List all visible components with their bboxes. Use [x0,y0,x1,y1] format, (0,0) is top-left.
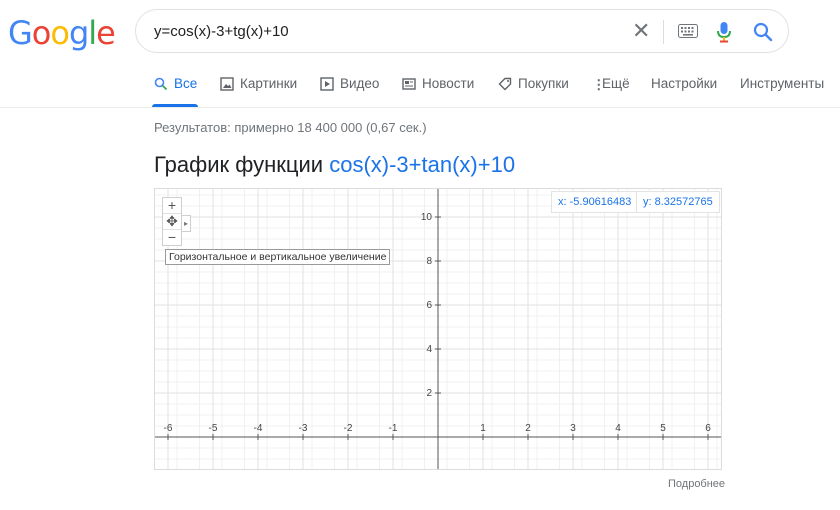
tag-icon [498,77,512,90]
zoom-tooltip: Горизонтальное и вертикальное увеличение [165,249,391,265]
active-tab-indicator [152,104,198,107]
search-icon [154,77,168,90]
tab-shopping[interactable]: Покупки [498,76,569,91]
video-icon [320,76,334,91]
function-graph[interactable]: -6 -5 -4 -3 -2 -1 1 2 3 4 5 6 2 4 6 8 10 x: -5.90616483 … [154,188,722,470]
coord-x-readout: x: -5.90616483 [551,191,639,213]
tab-tools[interactable]: Инструменты [740,76,824,91]
tab-more[interactable]: ⋮ Ещё [592,76,630,92]
search-divider [663,20,664,44]
x-tick-label: 1 [480,423,486,434]
mic-icon[interactable] [716,21,732,48]
x-tick-label: 2 [525,423,531,434]
tab-settings[interactable]: Настройки [651,76,717,91]
logo-letter-g: G [8,14,33,52]
y-tick-label: 8 [426,256,432,267]
zoom-controls: + ✥ − [162,197,182,246]
x-tick-label: 5 [660,423,666,434]
x-tick-label: -6 [164,423,173,434]
logo-letter-o2: o [50,14,70,52]
logo-letter-l: l [88,14,97,52]
search-icon[interactable] [753,22,773,47]
result-stats: Результатов: примерно 18 400 000 (0,67 с… [154,120,427,135]
y-tick-label: 6 [426,300,432,311]
graph-title-function: cos(x)-3+tan(x)+10 [329,152,516,177]
zoom-out-button[interactable]: − [163,230,181,245]
graph-title: График функции cos(x)-3+tan(x)+10 [154,152,515,178]
tab-label: Видео [340,76,380,91]
coord-y-readout: y: 8.32572765 [636,191,720,213]
tab-label: Ещё [602,76,630,91]
logo-letter-g2: g [68,14,89,52]
tab-label: Покупки [518,76,569,91]
search-tabs: Все Картинки Видео Новости Покупки ⋮ Ещё… [0,70,840,108]
y-tick-label: 10 [421,212,433,223]
x-tick-label: -2 [344,423,353,434]
x-tick-label: 6 [705,423,711,434]
y-tick-label: 2 [426,388,432,399]
tab-all[interactable]: Все [154,76,197,91]
close-icon[interactable]: ✕ [632,19,650,43]
logo-letter-e: e [96,14,116,52]
y-tick-label: 4 [426,344,432,355]
x-tick-label: -4 [254,423,263,434]
graph-title-prefix: График функции [154,152,324,177]
x-tick-label: -5 [209,423,218,434]
x-tick-label: -3 [299,423,308,434]
image-icon [220,76,234,91]
tab-label: Новости [422,76,475,91]
search-box[interactable]: y=cos(x)-3+tg(x)+10 ✕ [135,9,789,53]
pan-icon[interactable]: ✥ [163,214,181,230]
keyboard-icon[interactable] [678,24,698,43]
x-tick-label: 3 [570,423,576,434]
x-tick-label: -1 [389,423,398,434]
tab-news[interactable]: Новости [402,76,474,91]
google-logo[interactable]: Google [8,14,116,52]
tab-label: Все [174,76,198,91]
zoom-in-button[interactable]: + [163,198,181,214]
tab-images[interactable]: Картинки [220,76,297,91]
tab-video[interactable]: Видео [320,76,379,91]
search-input[interactable]: y=cos(x)-3+tg(x)+10 [154,23,289,40]
zoom-mode-arrow-icon[interactable]: ▸ [181,215,191,232]
more-vert-icon: ⋮ [592,76,606,92]
x-tick-label: 4 [615,423,621,434]
tab-label: Картинки [240,76,298,91]
tab-label: Инструменты [740,76,825,91]
news-icon [402,77,416,90]
logo-letter-o1: o [31,14,52,52]
graph-canvas[interactable]: -6 -5 -4 -3 -2 -1 1 2 3 4 5 6 2 4 6 8 10 [155,189,721,469]
more-link[interactable]: Подробнее [668,478,725,490]
tab-label: Настройки [651,76,718,91]
